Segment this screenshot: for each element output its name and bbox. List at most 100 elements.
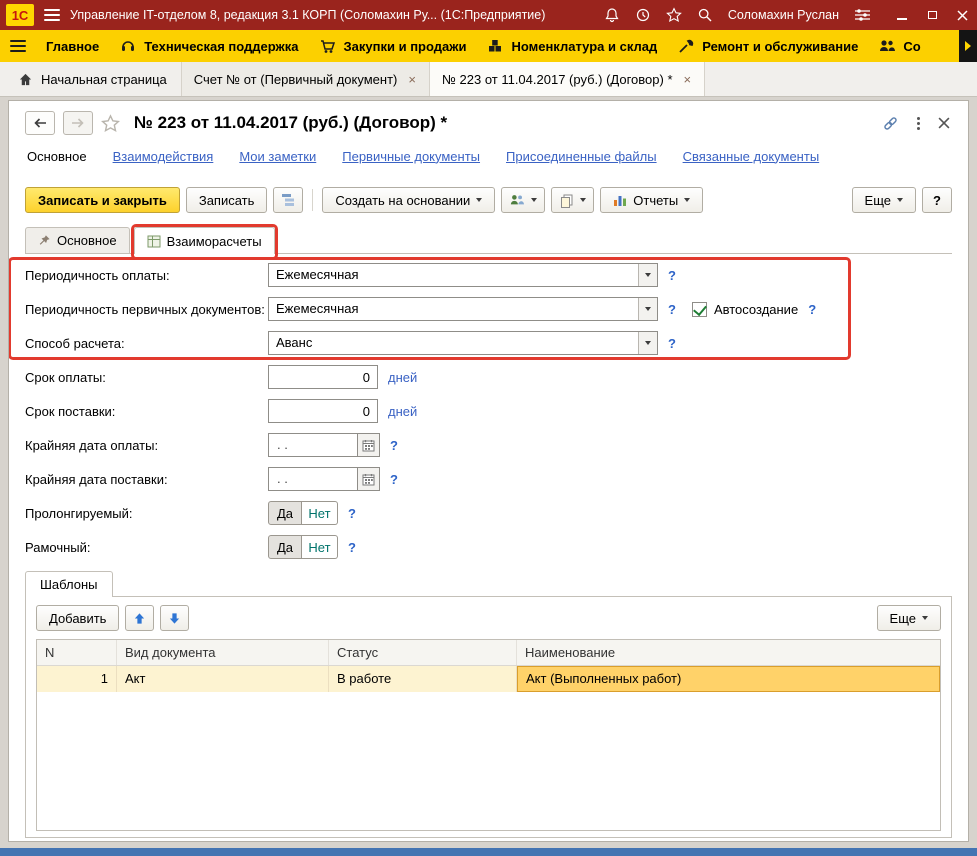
dropdown-arrow-icon[interactable] — [638, 264, 657, 286]
subordination-structure-button[interactable] — [273, 187, 303, 213]
menu-item-stock[interactable]: Номенклатура и склад — [486, 37, 657, 55]
prolongable-no-button[interactable]: Нет — [302, 501, 338, 525]
docs-periodicity-select[interactable]: Ежемесячная — [268, 297, 658, 321]
cell-n[interactable]: 1 — [37, 666, 117, 692]
form-tabs: Основное Взаиморасчеты — [25, 227, 952, 254]
help-button[interactable]: ? — [922, 187, 952, 213]
help-link[interactable]: ? — [668, 268, 676, 283]
dropdown-arrow-icon[interactable] — [638, 332, 657, 354]
framework-yes-button[interactable]: Да — [268, 535, 302, 559]
templates-tab[interactable]: Шаблоны — [25, 571, 113, 597]
boxes-icon — [486, 37, 504, 55]
field-delivery-deadline: Крайняя дата поставки: . . ? — [25, 467, 952, 491]
menu-item-staff[interactable]: Со — [878, 37, 920, 55]
forward-button[interactable] — [63, 111, 93, 135]
more-commands-icon[interactable] — [915, 115, 922, 132]
tab-contract-document[interactable]: № 223 от 11.04.2017 (руб.) (Договор) * × — [430, 62, 705, 96]
calc-method-select[interactable]: Аванс — [268, 331, 658, 355]
help-link[interactable]: ? — [390, 438, 398, 453]
payment-term-input[interactable] — [268, 365, 378, 389]
reports-button[interactable]: Отчеты — [600, 187, 703, 213]
menu-scroll-right-button[interactable] — [959, 30, 977, 62]
dropdown-arrow-icon[interactable] — [638, 298, 657, 320]
add-row-button[interactable]: Добавить — [36, 605, 119, 631]
navlink-related-docs[interactable]: Связанные документы — [683, 149, 820, 164]
minimize-button[interactable] — [887, 0, 917, 30]
menu-label: Техническая поддержка — [144, 39, 298, 54]
help-link[interactable]: ? — [808, 302, 816, 317]
favorites-star-icon[interactable] — [666, 7, 682, 23]
close-tab-icon[interactable]: × — [407, 72, 417, 87]
history-icon[interactable] — [635, 7, 651, 23]
create-based-on-button[interactable]: Создать на основании — [322, 187, 495, 213]
current-user[interactable]: Соломахин Руслан — [728, 8, 839, 22]
get-link-icon[interactable] — [882, 115, 899, 132]
move-down-button[interactable] — [160, 605, 189, 631]
delivery-deadline-input[interactable]: . . — [268, 467, 358, 491]
unit-label: дней — [388, 370, 417, 385]
prolongable-yes-button[interactable]: Да — [268, 501, 302, 525]
field-label: Пролонгируемый: — [25, 506, 268, 521]
menu-item-purchases-sales[interactable]: Закупки и продажи — [319, 37, 467, 55]
tab-invoice-document[interactable]: Счет № от (Первичный документ) × — [182, 62, 430, 96]
copy-document-button[interactable] — [551, 187, 594, 213]
save-button[interactable]: Записать — [186, 187, 268, 213]
templates-table: N Вид документа Статус Наименование 1 Ак… — [36, 639, 941, 831]
back-button[interactable] — [25, 111, 55, 135]
calendar-icon[interactable] — [358, 433, 380, 457]
help-link[interactable]: ? — [390, 472, 398, 487]
close-tab-icon[interactable]: × — [683, 72, 693, 87]
move-up-button[interactable] — [125, 605, 154, 631]
help-link[interactable]: ? — [668, 302, 676, 317]
more-actions-button[interactable]: Еще — [852, 187, 916, 213]
close-window-button[interactable] — [947, 0, 977, 30]
help-link[interactable]: ? — [348, 506, 356, 521]
cell-name-selected[interactable]: Акт (Выполненных работ) — [517, 666, 940, 692]
maximize-button[interactable] — [917, 0, 947, 30]
payment-deadline-input[interactable]: . . — [268, 433, 358, 457]
column-header-name[interactable]: Наименование — [517, 640, 940, 665]
column-header-doc-type[interactable]: Вид документа — [117, 640, 329, 665]
help-link[interactable]: ? — [668, 336, 676, 351]
calendar-icon[interactable] — [358, 467, 380, 491]
search-icon[interactable] — [697, 7, 713, 23]
close-document-icon[interactable] — [938, 117, 950, 129]
form-tab-label: Основное — [57, 233, 117, 248]
menu-item-tech-support[interactable]: Техническая поддержка — [119, 37, 298, 55]
autocreate-checkbox[interactable] — [692, 302, 707, 317]
sections-menu-icon[interactable] — [10, 40, 26, 52]
favorite-star-icon[interactable] — [101, 114, 120, 133]
framework-no-button[interactable]: Нет — [302, 535, 338, 559]
cell-doc-type[interactable]: Акт — [117, 666, 329, 692]
navlink-attached-files[interactable]: Присоединенные файлы — [506, 149, 657, 164]
view-settings-icon[interactable] — [854, 8, 871, 22]
delivery-term-input[interactable] — [268, 399, 378, 423]
cell-status[interactable]: В работе — [329, 666, 517, 692]
main-menu-icon[interactable] — [44, 9, 60, 21]
templates-more-button[interactable]: Еще — [877, 605, 941, 631]
form-tab-main[interactable]: Основное — [25, 227, 130, 253]
workspace: № 223 от 11.04.2017 (руб.) (Договор) * О… — [0, 98, 977, 848]
table-row[interactable]: 1 Акт В работе Акт (Выполненных работ) — [37, 666, 940, 692]
column-header-n[interactable]: N — [37, 640, 117, 665]
column-header-status[interactable]: Статус — [329, 640, 517, 665]
select-value: Ежемесячная — [269, 298, 638, 320]
form-tab-settlements[interactable]: Взаиморасчеты — [134, 227, 275, 254]
navlink-main[interactable]: Основное — [27, 149, 87, 164]
save-and-close-button[interactable]: Записать и закрыть — [25, 187, 180, 213]
menu-item-repair[interactable]: Ремонт и обслуживание — [677, 37, 858, 55]
notifications-bell-icon[interactable] — [604, 7, 620, 23]
tab-label: № 223 от 11.04.2017 (руб.) (Договор) * — [442, 72, 673, 87]
field-label: Способ расчета: — [25, 336, 268, 351]
payment-periodicity-select[interactable]: Ежемесячная — [268, 263, 658, 287]
navlink-primary-docs[interactable]: Первичные документы — [342, 149, 480, 164]
field-payment-deadline: Крайняя дата оплаты: . . ? — [25, 433, 952, 457]
menu-item-main[interactable]: Главное — [46, 39, 99, 54]
assign-responsible-button[interactable] — [501, 187, 545, 213]
people-icon — [878, 37, 896, 55]
navlink-my-notes[interactable]: Мои заметки — [239, 149, 316, 164]
home-page-tab[interactable]: Начальная страница — [4, 62, 182, 96]
navlink-interactions[interactable]: Взаимодействия — [113, 149, 214, 164]
window-title: Управление IT-отделом 8, редакция 3.1 КО… — [70, 8, 545, 22]
help-link[interactable]: ? — [348, 540, 356, 555]
